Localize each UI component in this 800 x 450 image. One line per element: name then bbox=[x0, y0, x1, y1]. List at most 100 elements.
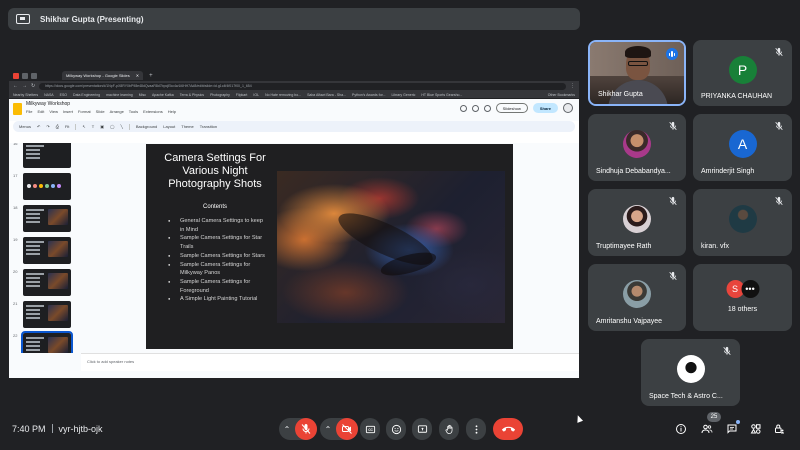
bookmark-item[interactable]: HT Blue Sports Gearsho... bbox=[421, 93, 462, 97]
bookmark-item[interactable]: Nearby Shelters bbox=[13, 93, 38, 97]
activities-button[interactable] bbox=[750, 423, 762, 435]
browser-menu-icon[interactable]: ⋮ bbox=[570, 83, 575, 89]
layout-button[interactable]: Layout bbox=[163, 124, 175, 129]
slide-contents-item: Sample Camera Settings for Star Trails bbox=[168, 234, 268, 251]
participant-tile-amritanshu[interactable]: Amritanshu Vajpayee bbox=[588, 264, 686, 331]
comments-icon[interactable] bbox=[471, 104, 479, 112]
slide-thumbnail[interactable]: 20 bbox=[13, 269, 71, 296]
captions-button[interactable]: CC bbox=[360, 418, 380, 440]
menu-item-insert[interactable]: Insert bbox=[63, 109, 73, 114]
other-bookmarks[interactable]: Other Bookmarks bbox=[548, 93, 579, 97]
bookmark-item[interactable]: IOL bbox=[253, 93, 259, 97]
slide-thumbnail[interactable]: 16 bbox=[13, 143, 71, 168]
bookmark-item[interactable]: Library Generic bbox=[391, 93, 415, 97]
menu-item-arrange[interactable]: Arrange bbox=[110, 109, 124, 114]
meet-icon[interactable] bbox=[483, 104, 491, 112]
participant-tile-truptimayee[interactable]: Truptimayee Rath bbox=[588, 189, 686, 256]
bookmark-item[interactable]: ESO bbox=[60, 93, 67, 97]
people-button[interactable] bbox=[701, 423, 713, 435]
document-title[interactable]: Milkyway Workshop bbox=[26, 101, 176, 107]
transition-button[interactable]: Transition bbox=[200, 124, 217, 129]
bookmark-item[interactable]: Python's Awards for... bbox=[352, 93, 385, 97]
browser-tab[interactable]: Milkyway Workshop - Google Slides ✕ bbox=[62, 71, 144, 80]
meeting-code[interactable]: vyr-hjtb-ojk bbox=[59, 424, 103, 434]
more-options-button[interactable] bbox=[466, 418, 486, 440]
captions-icon: CC bbox=[365, 425, 375, 433]
bookmark-item[interactable]: Data Engineering bbox=[73, 93, 100, 97]
present-now-button[interactable] bbox=[412, 418, 432, 440]
address-bar[interactable]: https://docs.google.com/presentation/d/1… bbox=[39, 82, 566, 90]
participant-tile-spacetech[interactable]: Space Tech & Astro C... bbox=[641, 339, 740, 406]
participant-tile-sindhuja[interactable]: Sindhuja Debabandya... bbox=[588, 114, 686, 181]
slide-thumbnail[interactable]: 17 bbox=[13, 173, 71, 200]
select-tool-icon[interactable]: ↖ bbox=[82, 124, 85, 129]
reload-icon[interactable]: ↻ bbox=[31, 83, 35, 89]
textbox-tool-icon[interactable]: T bbox=[92, 124, 94, 129]
tab-favicon-icon bbox=[31, 72, 37, 79]
redo-icon[interactable]: ↷ bbox=[46, 124, 49, 129]
slides-logo-icon[interactable] bbox=[13, 103, 22, 115]
menu-item-extensions[interactable]: Extensions bbox=[143, 109, 163, 114]
search-menus-button[interactable]: Menus bbox=[19, 124, 31, 129]
raise-hand-button[interactable] bbox=[439, 418, 459, 440]
theme-button[interactable]: Theme bbox=[181, 124, 193, 129]
bookmark-item[interactable]: Apache Kafka bbox=[152, 93, 174, 97]
slide-thumbnail-preview bbox=[23, 173, 71, 200]
bookmark-item[interactable]: Terra & Physics bbox=[180, 93, 204, 97]
mic-toggle-button[interactable] bbox=[295, 418, 317, 440]
camera-toggle-button[interactable] bbox=[336, 418, 358, 440]
speaker-notes[interactable]: Click to add speaker notes bbox=[81, 353, 579, 371]
reactions-button[interactable] bbox=[386, 418, 406, 440]
present-screen-icon bbox=[417, 424, 427, 433]
print-icon[interactable]: ⎙ bbox=[56, 124, 59, 129]
slide-thumbnail[interactable]: 21 bbox=[13, 301, 71, 328]
chat-button[interactable] bbox=[726, 423, 738, 435]
bookmark-item[interactable]: Photography bbox=[210, 93, 230, 97]
participant-name: Space Tech & Astro C... bbox=[649, 393, 723, 400]
host-controls-button[interactable] bbox=[773, 423, 785, 435]
history-icon[interactable] bbox=[459, 104, 467, 112]
menu-item-file[interactable]: File bbox=[26, 109, 32, 114]
bookmark-item[interactable]: Misc bbox=[139, 93, 146, 97]
leave-call-button[interactable] bbox=[493, 418, 523, 440]
participant-tile-priyanka[interactable]: P PRIYANKA CHAUHAN bbox=[693, 40, 792, 106]
current-slide[interactable]: Camera Settings For Various Night Photog… bbox=[146, 144, 513, 349]
line-tool-icon[interactable]: ╲ bbox=[120, 124, 122, 129]
participant-tile-kiran[interactable]: kiran. vfx bbox=[693, 189, 792, 256]
close-tab-icon[interactable]: ✕ bbox=[136, 73, 139, 78]
bookmark-item[interactable]: Saba Alfawi Bara - Sha... bbox=[307, 93, 346, 97]
bookmark-item[interactable]: machine learning bbox=[106, 93, 133, 97]
undo-icon[interactable]: ↶ bbox=[37, 124, 40, 129]
slide-thumbnail[interactable]: 18 bbox=[13, 205, 71, 232]
menu-item-edit[interactable]: Edit bbox=[37, 109, 44, 114]
menu-item-help[interactable]: Help bbox=[168, 109, 176, 114]
shape-tool-icon[interactable]: ◯ bbox=[110, 124, 114, 129]
participant-tile-amrinderjit[interactable]: A Amrinderjit Singh bbox=[693, 114, 792, 181]
bookmark-item[interactable]: NASA bbox=[44, 93, 54, 97]
zoom-select[interactable]: Fit bbox=[65, 124, 69, 129]
slideshow-button[interactable]: Slideshow bbox=[495, 103, 528, 113]
menu-item-tools[interactable]: Tools bbox=[129, 109, 138, 114]
participant-tile-shikhar[interactable]: Shikhar Gupta bbox=[588, 40, 686, 106]
forward-icon[interactable]: → bbox=[22, 83, 27, 89]
meeting-details-button[interactable] bbox=[675, 423, 687, 435]
mic-options-chevron-icon[interactable]: ⌃ bbox=[279, 425, 295, 434]
account-avatar[interactable] bbox=[563, 103, 573, 113]
menu-item-view[interactable]: View bbox=[49, 109, 58, 114]
lock-person-icon bbox=[775, 424, 784, 434]
bookmark-item[interactable]: Flipkart bbox=[236, 93, 247, 97]
image-tool-icon[interactable]: ▣ bbox=[100, 124, 104, 129]
new-tab-icon[interactable]: + bbox=[149, 73, 153, 79]
participant-tile-others[interactable]: S ••• 18 others bbox=[693, 264, 792, 331]
bookmark-item[interactable]: No Hate removing bo... bbox=[265, 93, 301, 97]
camera-options-chevron-icon[interactable]: ⌃ bbox=[320, 425, 336, 434]
participant-name: Sindhuja Debabandya... bbox=[596, 168, 671, 175]
share-button[interactable]: Share bbox=[532, 103, 558, 113]
background-button[interactable]: Background bbox=[136, 124, 157, 129]
back-icon[interactable]: ← bbox=[13, 83, 18, 89]
slide-thumbnail[interactable]: 19 bbox=[13, 237, 71, 264]
slide-thumbnail[interactable]: 22 bbox=[13, 331, 73, 353]
menu-item-format[interactable]: Format bbox=[78, 109, 91, 114]
menu-item-slide[interactable]: Slide bbox=[96, 109, 105, 114]
slide-contents-item: Sample Camera Settings for Milkyway Pano… bbox=[168, 261, 268, 278]
